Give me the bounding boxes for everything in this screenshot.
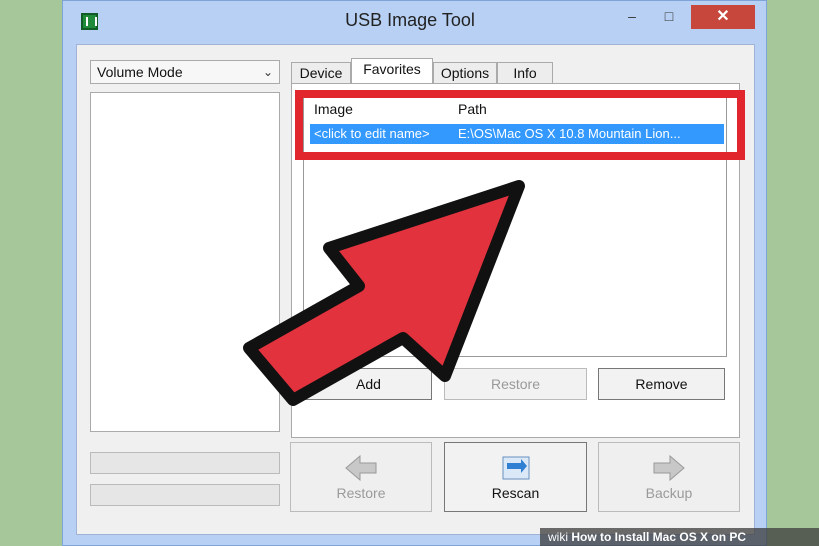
- pointer-arrow-overlay: [243, 180, 525, 406]
- restore-label: Restore: [336, 485, 386, 501]
- watermark-title: How to Install Mac OS X on PC: [571, 530, 747, 544]
- remove-button[interactable]: Remove: [598, 368, 725, 400]
- highlight-box: [295, 90, 745, 160]
- watermark: wiki How to Install Mac OS X on PC: [540, 528, 819, 546]
- tab-info[interactable]: Info: [497, 62, 553, 84]
- chevron-down-icon: ⌄: [262, 65, 273, 79]
- wiki-text: wiki: [548, 530, 568, 544]
- window-title: USB Image Tool: [345, 10, 475, 30]
- rescan-icon: [502, 456, 529, 480]
- restore-button[interactable]: Restore: [290, 442, 432, 512]
- rescan-label: Rescan: [491, 485, 540, 501]
- app-icon: [81, 13, 98, 30]
- close-icon: ✕: [716, 8, 730, 25]
- mode-select[interactable]: Volume Mode ⌄: [90, 60, 280, 84]
- mode-select-value: Volume Mode: [97, 64, 183, 80]
- arrow-right-icon: [653, 455, 685, 481]
- arrow-left-icon: [345, 455, 377, 481]
- maximize-icon: □: [664, 8, 674, 24]
- tab-options[interactable]: Options: [433, 62, 497, 84]
- backup-button[interactable]: Backup: [598, 442, 740, 512]
- tab-favorites[interactable]: Favorites: [351, 58, 433, 85]
- maximize-button[interactable]: □: [662, 9, 676, 23]
- minimize-button[interactable]: –: [625, 9, 639, 23]
- minimize-icon: –: [628, 8, 636, 24]
- tab-device[interactable]: Device: [291, 62, 351, 84]
- backup-label: Backup: [645, 485, 693, 501]
- status-bar-1: [90, 452, 280, 474]
- close-button[interactable]: ✕: [691, 5, 755, 29]
- status-bar-2: [90, 484, 280, 506]
- rescan-button[interactable]: Rescan: [444, 442, 587, 512]
